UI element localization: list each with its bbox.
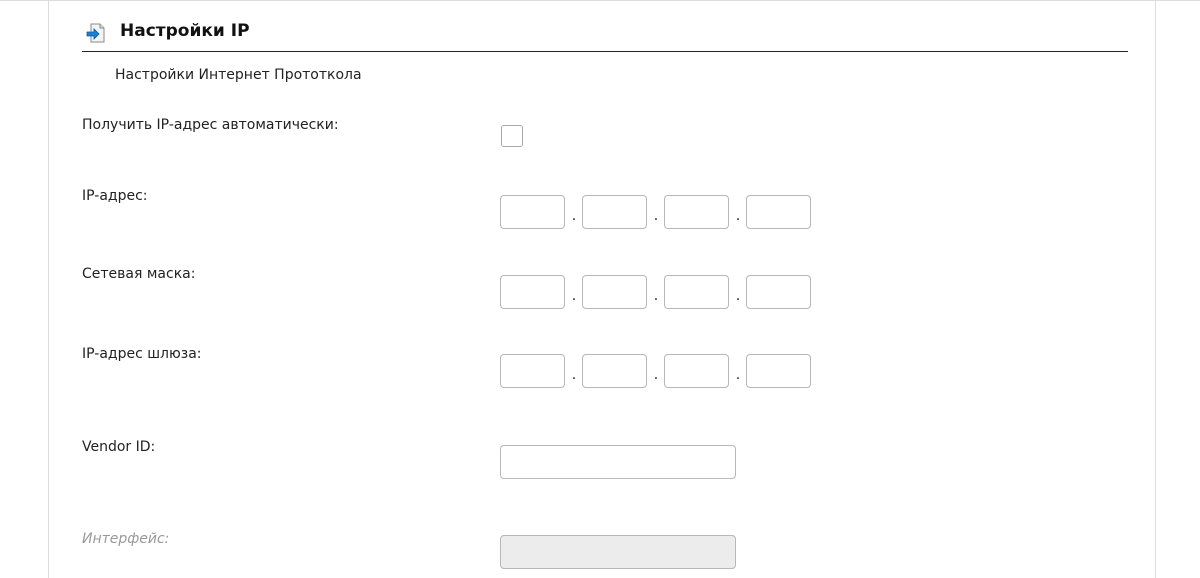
top-border (0, 0, 1200, 1)
netmask-dot-1: . (571, 288, 577, 304)
vendor-id-input[interactable] (500, 445, 736, 479)
auto-ip-checkbox[interactable] (501, 125, 523, 147)
gateway-octet-4[interactable] (746, 354, 811, 388)
ip-address-octets: . . . (500, 195, 812, 229)
left-frame-line (48, 0, 49, 578)
right-frame-line (1155, 0, 1156, 578)
section-subtitle: Настройки Интернет Прототкола (115, 67, 362, 83)
vendor-id-label: Vendor ID: (82, 439, 156, 455)
ip-address-label: IP-адрес: (82, 188, 148, 204)
section-header: Настройки IP (82, 16, 1128, 52)
ip-address-octet-3[interactable] (664, 195, 729, 229)
gateway-octet-3[interactable] (664, 354, 729, 388)
gateway-dot-1: . (571, 367, 577, 383)
gateway-octet-1[interactable] (500, 354, 565, 388)
netmask-dot-3: . (735, 288, 741, 304)
auto-ip-label: Получить IP-адрес автоматически: (82, 117, 339, 133)
document-arrow-icon (86, 22, 108, 44)
gateway-octet-2[interactable] (582, 354, 647, 388)
ip-address-octet-1[interactable] (500, 195, 565, 229)
gateway-octets: . . . (500, 354, 812, 388)
netmask-octet-1[interactable] (500, 275, 565, 309)
gateway-label: IP-адрес шлюза: (82, 346, 202, 362)
netmask-octet-2[interactable] (582, 275, 647, 309)
ip-settings-page: Настройки IP Настройки Интернет Прототко… (0, 0, 1200, 578)
ip-address-dot-2: . (653, 208, 659, 224)
gateway-dot-2: . (653, 367, 659, 383)
ip-address-octet-4[interactable] (746, 195, 811, 229)
netmask-label: Сетевая маска: (82, 266, 196, 282)
interface-label: Интерфейс: (82, 531, 170, 547)
netmask-dot-2: . (653, 288, 659, 304)
interface-input (500, 535, 736, 569)
ip-address-dot-1: . (571, 208, 577, 224)
gateway-dot-3: . (735, 367, 741, 383)
netmask-octet-3[interactable] (664, 275, 729, 309)
section-title: Настройки IP (120, 21, 250, 41)
ip-address-dot-3: . (735, 208, 741, 224)
ip-address-octet-2[interactable] (582, 195, 647, 229)
netmask-octets: . . . (500, 275, 812, 309)
netmask-octet-4[interactable] (746, 275, 811, 309)
